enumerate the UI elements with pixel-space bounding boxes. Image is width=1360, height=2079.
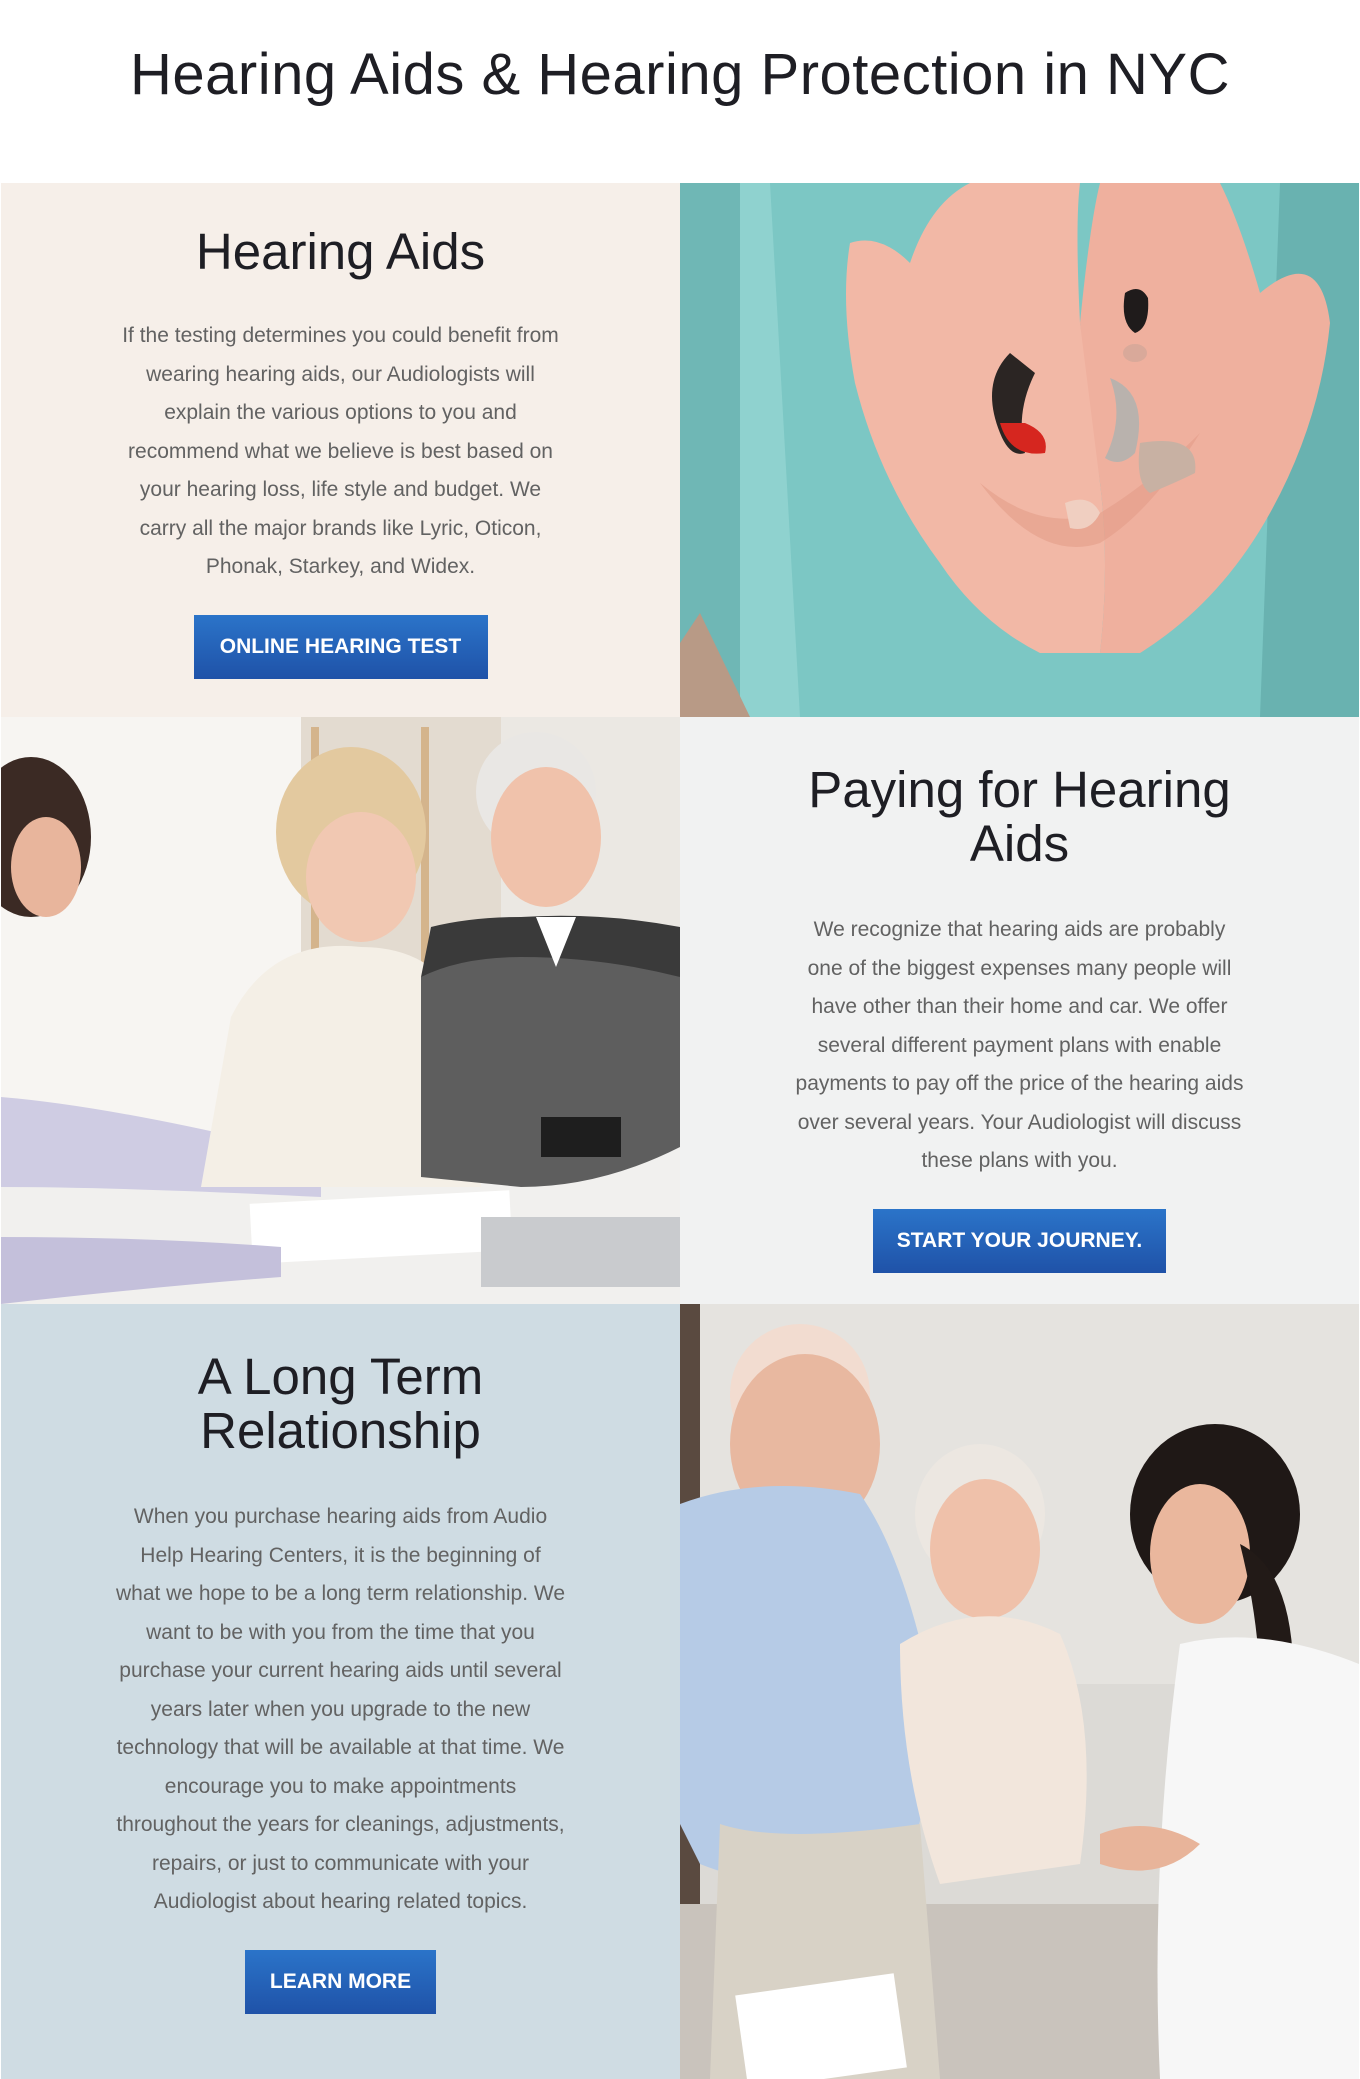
hands-holding-hearing-aids-image (680, 183, 1359, 717)
couple-conversation-image (680, 1304, 1359, 2079)
consultation-image (1, 717, 680, 1304)
paying-heading: Paying for Hearing Aids (808, 761, 1231, 872)
relationship-description: When you purchase hearing aids from Audi… (115, 1505, 566, 1913)
start-your-journey-button[interactable]: START YOUR JOURNEY. (873, 1208, 1166, 1273)
paying-text-panel: Paying for Hearing Aids We recognize tha… (680, 717, 1359, 1304)
online-hearing-test-button[interactable]: ONLINE HEARING TEST (193, 614, 488, 679)
relationship-section: A Long Term Relationship When you purcha… (1, 1304, 1359, 2079)
hearing-aids-text-panel: Hearing Aids If the testing determines y… (1, 183, 680, 717)
hearing-aids-description: If the testing determines you could bene… (122, 324, 559, 578)
hearing-aids-in-hands-photo (680, 183, 1359, 717)
hearing-aids-section: Hearing Aids If the testing determines y… (1, 183, 1359, 717)
hearing-aids-heading: Hearing Aids (195, 223, 486, 280)
relationship-heading: A Long Term Relationship (197, 1348, 484, 1459)
couple-with-audiologist-photo (1, 717, 680, 1304)
couple-talking-photo (680, 1304, 1359, 2079)
relationship-text-panel: A Long Term Relationship When you purcha… (1, 1304, 680, 2079)
paying-section: Paying for Hearing Aids We recognize tha… (1, 717, 1359, 1304)
page-title: Hearing Aids & Hearing Protection in NYC (130, 41, 1230, 107)
learn-more-button[interactable]: LEARN MORE (245, 1949, 436, 2014)
paying-description: We recognize that hearing aids are proba… (795, 918, 1244, 1172)
